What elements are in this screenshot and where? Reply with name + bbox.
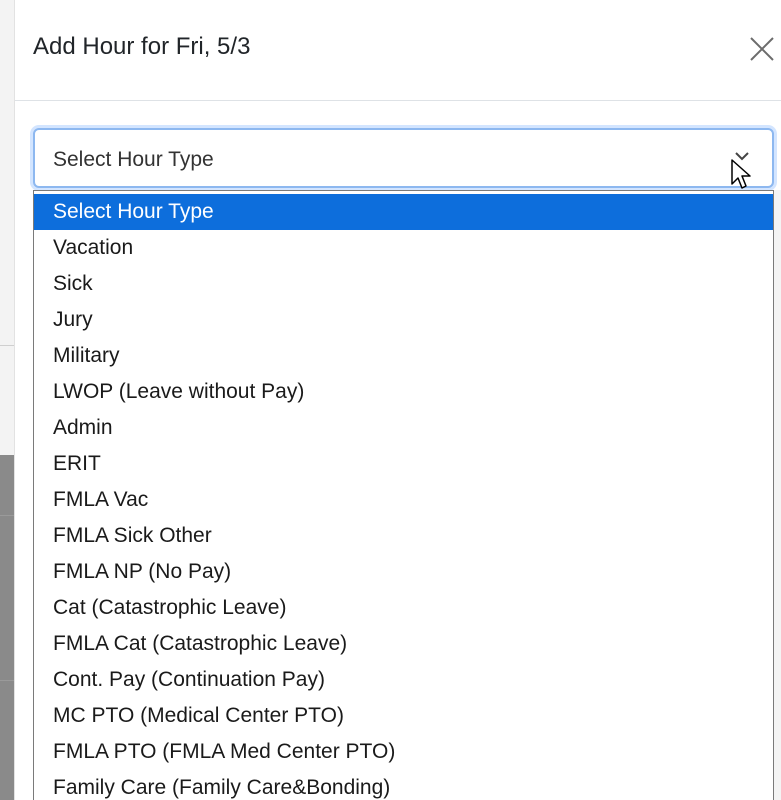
- option-item[interactable]: FMLA Vac: [34, 482, 773, 518]
- option-item[interactable]: MC PTO (Medical Center PTO): [34, 698, 773, 734]
- option-item[interactable]: Family Care (Family Care&Bonding): [34, 770, 773, 800]
- mouse-pointer-icon: [731, 159, 751, 189]
- hour-type-select[interactable]: Select Hour Type: [33, 128, 774, 188]
- option-item[interactable]: Sick: [34, 266, 773, 302]
- option-item[interactable]: LWOP (Leave without Pay): [34, 374, 773, 410]
- option-item[interactable]: FMLA Cat (Catastrophic Leave): [34, 626, 773, 662]
- close-icon: [750, 37, 774, 61]
- option-selected[interactable]: Select Hour Type: [34, 194, 773, 230]
- option-item[interactable]: ERIT: [34, 446, 773, 482]
- modal-header: Add Hour for Fri, 5/3: [15, 0, 781, 101]
- option-item[interactable]: Cat (Catastrophic Leave): [34, 590, 773, 626]
- close-button[interactable]: [745, 30, 781, 70]
- list-edge: [774, 190, 781, 800]
- option-item[interactable]: Vacation: [34, 230, 773, 266]
- modal-title: Add Hour for Fri, 5/3: [33, 33, 251, 60]
- option-item[interactable]: FMLA PTO (FMLA Med Center PTO): [34, 734, 773, 770]
- option-item[interactable]: FMLA NP (No Pay): [34, 554, 773, 590]
- option-item[interactable]: Military: [34, 338, 773, 374]
- hour-type-selected-value: Select Hour Type: [53, 148, 214, 171]
- option-item[interactable]: Cont. Pay (Continuation Pay): [34, 662, 773, 698]
- option-item[interactable]: FMLA Sick Other: [34, 518, 773, 554]
- option-item[interactable]: Jury: [34, 302, 773, 338]
- hour-type-options-list[interactable]: Select Hour Type Vacation Sick Jury Military…: [33, 190, 774, 800]
- background-page-edge: [0, 0, 15, 800]
- option-item[interactable]: Admin: [34, 410, 773, 446]
